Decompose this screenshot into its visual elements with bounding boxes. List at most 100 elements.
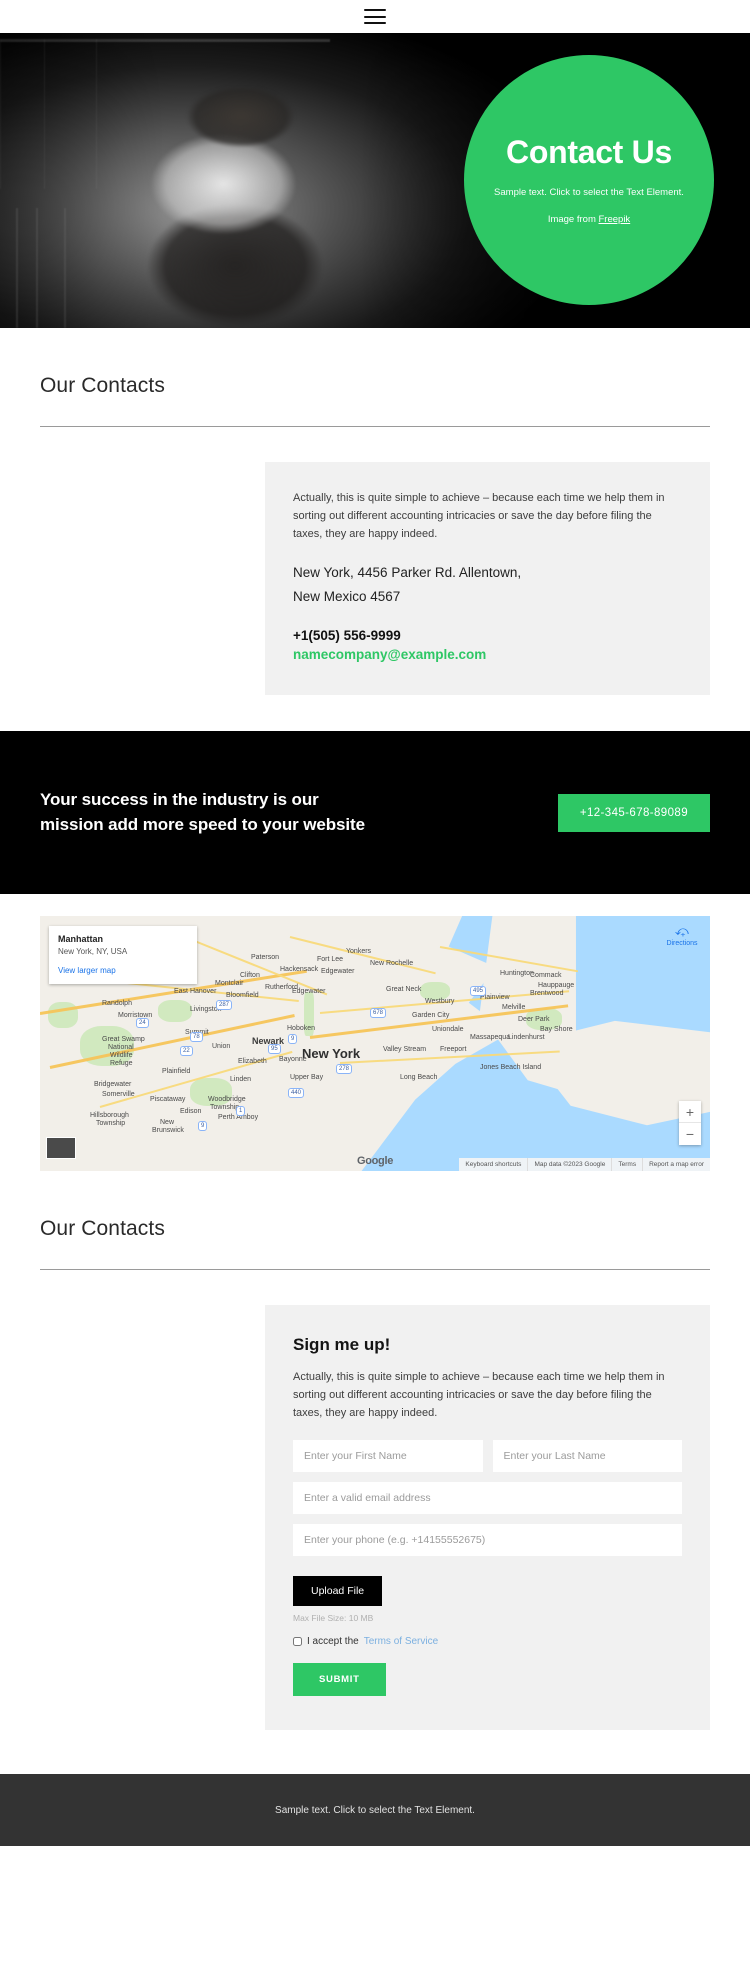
map-label: Bayonne	[279, 1056, 307, 1063]
map-label: Huntington	[500, 970, 534, 977]
map-attrib-keyboard-shortcuts[interactable]: Keyboard shortcuts	[459, 1158, 527, 1171]
map-label: East Hanover	[174, 988, 217, 995]
signup-form-card: Sign me up! Actually, this is quite simp…	[265, 1305, 710, 1731]
contact-lead-paragraph: Actually, this is quite simple to achiev…	[293, 492, 665, 540]
contact-address: New York, 4456 Parker Rd. Allentown, New…	[293, 561, 682, 607]
map-label: Brunswick	[152, 1127, 184, 1134]
map-label: Clifton	[240, 972, 260, 979]
map-label: Jones Beach Island	[480, 1064, 542, 1071]
map-highway-shield: 9	[198, 1121, 208, 1131]
contacts-section-header: Our Contacts	[0, 328, 750, 398]
map-label: Edison	[180, 1108, 202, 1115]
terms-checkbox[interactable]	[293, 1637, 302, 1647]
map-label: Uniondale	[432, 1026, 464, 1033]
name-fields-row	[293, 1440, 682, 1473]
map-label: Melville	[502, 1004, 526, 1011]
email-field-row	[293, 1482, 682, 1515]
map-label: New	[160, 1119, 175, 1126]
hero-green-circle: Contact Us Sample text. Click to select …	[464, 55, 714, 305]
map-label: Somerville	[102, 1091, 135, 1098]
signup-lead-paragraph: Actually, this is quite simple to achiev…	[293, 1371, 665, 1419]
upload-file-button[interactable]: Upload File	[293, 1576, 383, 1607]
map-highway-shield: 287	[216, 1000, 233, 1010]
map-highway-shield: 95	[268, 1044, 281, 1054]
map-label: Great Swamp	[102, 1036, 145, 1043]
map-place-subtitle: New York, NY, USA	[58, 947, 128, 956]
map-place-title: Manhattan	[58, 934, 103, 944]
map-label: Elizabeth	[238, 1058, 267, 1065]
cta-phone-button[interactable]: +12-345-678-89089	[557, 793, 710, 832]
map-label: Edgewater	[292, 988, 326, 995]
hamburger-line	[364, 15, 386, 18]
map-label: Bay Shore	[540, 1026, 573, 1033]
map-streetview-thumbnail[interactable]	[46, 1137, 76, 1159]
map-highway-shield: 22	[180, 1046, 193, 1056]
map-label: Wildlife	[110, 1052, 133, 1059]
map-label: Hackensack	[280, 966, 319, 973]
terms-acceptance-row[interactable]: I accept the Terms of Service	[293, 1636, 682, 1647]
map-label: Lindenhurst	[508, 1034, 545, 1041]
contact-email-link[interactable]: namecompany@example.com	[293, 645, 682, 665]
map-label: Refuge	[110, 1060, 133, 1067]
terms-of-service-link[interactable]: Terms of Service	[364, 1636, 438, 1647]
contact-info-card: Actually, this is quite simple to achiev…	[265, 462, 710, 695]
phone-input[interactable]	[293, 1524, 682, 1557]
map-zoom-controls[interactable]: + −	[679, 1101, 701, 1145]
page-footer: Sample text. Click to select the Text El…	[0, 1774, 750, 1847]
map-label: New York	[302, 1046, 361, 1061]
map-label: Commack	[530, 972, 562, 979]
map-label: Plainfield	[162, 1068, 191, 1075]
google-map-embed[interactable]: Manhattan New York, NY, USA View larger …	[40, 916, 710, 1171]
hamburger-menu-icon[interactable]	[364, 9, 386, 24]
hero-subtitle: Sample text. Click to select the Text El…	[494, 187, 684, 199]
max-file-size-note: Max File Size: 10 MB	[293, 1613, 374, 1624]
map-label: Paterson	[251, 954, 280, 961]
map-highway-shield: 9	[288, 1034, 298, 1044]
map-label: Bridgewater	[94, 1081, 132, 1088]
map-label: Fort Lee	[317, 956, 344, 963]
freepik-link[interactable]: Freepik	[599, 214, 631, 225]
form-section-header: Our Contacts	[0, 1171, 750, 1241]
map-label: Valley Stream	[383, 1046, 427, 1053]
map-label: Long Beach	[400, 1074, 438, 1081]
map-label: Hoboken	[287, 1025, 316, 1032]
map-label: Piscataway	[150, 1096, 186, 1103]
map-directions-button[interactable]: ⤽ Directions	[662, 924, 702, 947]
hamburger-line	[364, 22, 386, 24]
map-label: Union	[212, 1043, 231, 1050]
map-zoom-out-button[interactable]: −	[679, 1123, 701, 1145]
map-attrib-report-error[interactable]: Report a map error	[642, 1158, 710, 1171]
map-label: Deer Park	[518, 1016, 550, 1023]
map-attribution-bar: Keyboard shortcuts Map data ©2023 Google…	[459, 1158, 710, 1171]
map-label: Great Neck	[386, 986, 422, 993]
map-label: Montclair	[215, 980, 244, 987]
map-highway-shield: 440	[288, 1088, 305, 1098]
map-highway-shield: 78	[190, 1032, 203, 1042]
map-attrib-terms[interactable]: Terms	[611, 1158, 642, 1171]
cta-headline: Your success in the industry is our miss…	[40, 789, 365, 834]
map-label: Hauppauge	[538, 982, 575, 989]
cta-banner: Your success in the industry is our miss…	[0, 731, 750, 894]
contact-phone[interactable]: +1(505) 556-9999	[293, 626, 682, 646]
first-name-input[interactable]	[293, 1440, 483, 1473]
map-label: Edgewater	[321, 968, 355, 975]
map-label: Westbury	[425, 998, 455, 1005]
map-park-patch	[158, 1000, 192, 1022]
map-place-card: Manhattan New York, NY, USA View larger …	[49, 926, 197, 984]
map-label: Massapequa	[470, 1034, 511, 1041]
map-zoom-in-button[interactable]: +	[679, 1101, 701, 1123]
map-label: Freeport	[440, 1046, 467, 1053]
submit-button[interactable]: SUBMIT	[293, 1663, 386, 1697]
email-input[interactable]	[293, 1482, 682, 1515]
signup-form-wrapper: Sign me up! Actually, this is quite simp…	[0, 1270, 750, 1731]
map-label: Garden City	[412, 1012, 450, 1019]
map-highway-shield: 24	[136, 1018, 149, 1028]
map-directions-label: Directions	[666, 940, 698, 947]
view-larger-map-link[interactable]: View larger map	[58, 966, 188, 975]
contacts-section-title: Our Contacts	[40, 374, 165, 397]
top-navigation-bar	[0, 0, 750, 33]
hero-image-credit: Image from Freepik	[548, 214, 630, 225]
map-label: Brentwood	[530, 990, 564, 997]
footer-text: Sample text. Click to select the Text El…	[275, 1804, 475, 1816]
last-name-input[interactable]	[492, 1440, 682, 1473]
